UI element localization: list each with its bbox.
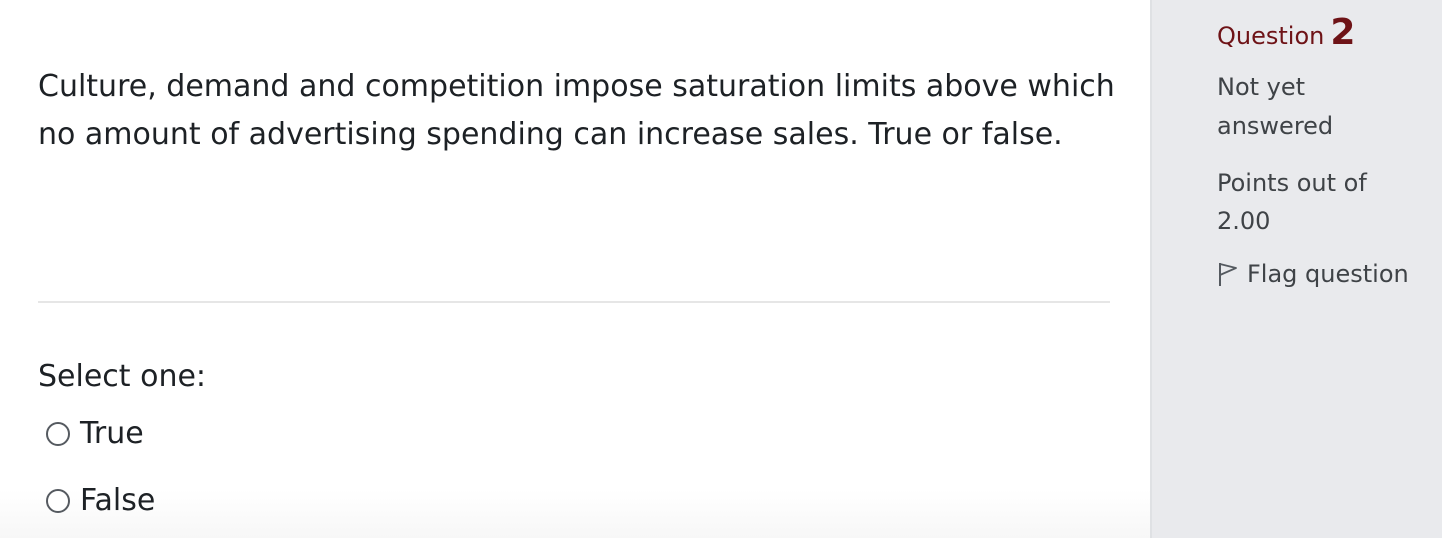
answer-option-label[interactable]: False [80,479,155,523]
question-grade: Points out of 2.00 [1217,164,1417,240]
question-text: Culture, demand and competition impose s… [38,69,1115,152]
radio-button-false[interactable] [46,489,70,513]
grade-value: 2.00 [1217,207,1271,235]
question-number: 2 [1330,12,1356,53]
answer-option-false[interactable]: False [46,479,155,523]
question-content: Culture, demand and competition impose s… [0,0,1150,538]
question-heading-label: Question [1217,22,1325,50]
flag-question-label[interactable]: Flag question [1247,260,1409,288]
question-heading: Question 2 [1217,12,1355,53]
answer-option-true[interactable]: True [46,412,144,456]
question-state: Not yet answered [1217,73,1334,140]
question-info-panel: Question 2 Not yet answered Points out of… [1150,0,1442,538]
flag-question-link[interactable]: Flag question [1217,260,1409,288]
grade-label: Points out of [1217,169,1367,197]
answer-prompt: Select one: [38,359,207,394]
divider [38,301,1110,303]
radio-button-true[interactable] [46,422,70,446]
flag-outline-icon[interactable] [1217,260,1239,288]
answer-option-label[interactable]: True [80,412,144,456]
